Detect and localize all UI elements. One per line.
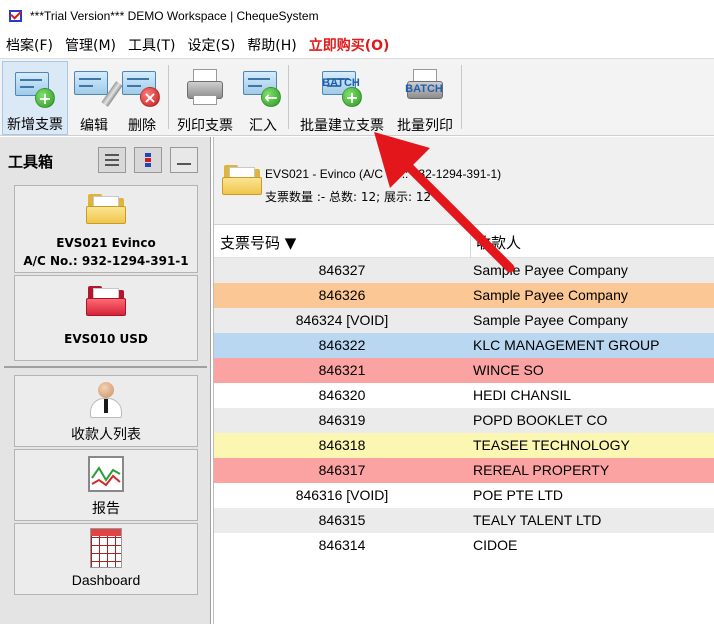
- sidebar-item-label: 报告: [92, 500, 120, 516]
- line-chart-icon: [86, 454, 126, 494]
- annotation-arrow-icon: [374, 132, 515, 273]
- cheque-number-cell: 846317: [318, 462, 366, 478]
- print-cheque-label: 列印支票: [177, 118, 233, 134]
- sidebar-divider: [4, 366, 207, 368]
- menu-bar: 档案(F) 管理(M) 工具(T) 设定(S) 帮助(H) 立即购买(O): [0, 32, 714, 58]
- batch-icon-text: BATCH: [405, 83, 443, 95]
- column-header-cheque-number[interactable]: 支票号码 ▼: [220, 232, 296, 253]
- list-view-icon[interactable]: [98, 147, 126, 173]
- edit-button[interactable]: 编辑: [72, 61, 123, 135]
- table-row[interactable]: 846321 WINCE SO: [214, 358, 714, 383]
- cheque-number-cell: 846322: [318, 337, 366, 353]
- yellow-folder-icon: [222, 165, 262, 195]
- batch-printer-icon: BATCH: [403, 65, 447, 109]
- toolbar-separator: [288, 65, 289, 129]
- payee-cell: WINCE SO: [473, 362, 544, 378]
- menu-manage[interactable]: 管理(M): [65, 35, 116, 55]
- import-button[interactable]: ← 汇入: [242, 61, 284, 135]
- table-row[interactable]: 846320 HEDI CHANSIL: [214, 383, 714, 408]
- new-cheque-button[interactable]: + 新增支票: [2, 61, 68, 135]
- table-row[interactable]: 846319 POPD BOOKLET CO: [214, 408, 714, 433]
- menu-buy-now[interactable]: 立即购买(O): [309, 35, 390, 55]
- new-cheque-label: 新增支票: [7, 117, 63, 133]
- sidebar-item-report[interactable]: 报告: [14, 449, 198, 521]
- cheque-system-icon: [8, 8, 24, 24]
- payee-cell: CIDOE: [473, 537, 518, 553]
- menu-tools[interactable]: 工具(T): [128, 35, 175, 55]
- printer-icon: [183, 65, 227, 109]
- table-row[interactable]: 846322 KLC MANAGEMENT GROUP: [214, 333, 714, 358]
- edit-label: 编辑: [80, 118, 108, 134]
- toolbar-separator: [168, 65, 169, 129]
- dashboard-icon: [86, 528, 126, 568]
- tile-view-icon[interactable]: [134, 147, 162, 173]
- collapse-view-icon[interactable]: [170, 147, 198, 173]
- payee-cell: TEASEE TECHNOLOGY: [473, 437, 630, 453]
- cheque-number-cell: 846316 [VOID]: [295, 487, 389, 503]
- sidebar-item-dashboard[interactable]: Dashboard: [14, 523, 198, 595]
- payee-cell: KLC MANAGEMENT GROUP: [473, 337, 660, 353]
- table-row[interactable]: 846317 REREAL PROPERTY: [214, 458, 714, 483]
- yellow-folder-icon: [86, 194, 126, 224]
- new-cheque-icon: +: [13, 66, 57, 108]
- cheque-number-cell: 846314: [318, 537, 366, 553]
- toolbox-title: 工具箱: [8, 153, 54, 171]
- menu-file[interactable]: 档案(F): [6, 35, 53, 55]
- payee-cell: HEDI CHANSIL: [473, 387, 572, 403]
- window-title: ***Trial Version*** DEMO Workspace | Che…: [30, 9, 319, 23]
- account-name: EVS010 USD: [64, 332, 148, 346]
- payee-cell: POE PTE LTD: [473, 487, 563, 503]
- red-folder-icon: [86, 286, 126, 316]
- sidebar-item-label: 收款人列表: [71, 426, 141, 442]
- payee-cell: TEALY TALENT LTD: [473, 512, 602, 528]
- batch-create-icon: BATCH +: [320, 65, 364, 109]
- title-bar: ***Trial Version*** DEMO Workspace | Che…: [0, 0, 714, 32]
- cheque-number-cell: 846321: [318, 362, 366, 378]
- table-row[interactable]: 846314 CIDOE: [214, 533, 714, 558]
- account-number: A/C No.: 932-1294-391-1: [23, 254, 189, 268]
- payee-cell: REREAL PROPERTY: [473, 462, 610, 478]
- table-row[interactable]: 846316 [VOID] POE PTE LTD: [214, 483, 714, 508]
- sidebar-item-payee-list[interactable]: 收款人列表: [14, 375, 198, 447]
- toolbar: + 新增支票 编辑 × 删除 列印支票 ← 汇入 BATCH + 批量建立支票 …: [0, 58, 714, 136]
- table-row[interactable]: 846324 [VOID] Sample Payee Company: [214, 308, 714, 333]
- print-cheque-button[interactable]: 列印支票: [172, 61, 238, 135]
- sidebar: 工具箱 EVS021 Evinco A/C No.: 932-1294-391-…: [0, 137, 211, 624]
- import-label: 汇入: [249, 118, 277, 134]
- cheque-number-cell: 846324 [VOID]: [295, 312, 389, 328]
- delete-cheque-icon: ×: [120, 65, 164, 109]
- menu-settings[interactable]: 设定(S): [187, 35, 235, 55]
- cheque-table-body: 846327 Sample Payee Company 846326 Sample P…: [214, 258, 714, 558]
- cheque-number-cell: 846320: [318, 387, 366, 403]
- toolbox-header: 工具箱: [2, 145, 206, 175]
- edit-cheque-icon: [72, 65, 123, 109]
- delete-label: 删除: [128, 118, 156, 134]
- payee-cell: POPD BOOKLET CO: [473, 412, 608, 428]
- account-card-evs010[interactable]: EVS010 USD: [14, 275, 198, 361]
- table-row[interactable]: 846315 TEALY TALENT LTD: [214, 508, 714, 533]
- cheque-number-cell: 846319: [318, 412, 366, 428]
- cheque-number-cell: 846318: [318, 437, 366, 453]
- payee-cell: Sample Payee Company: [473, 312, 628, 328]
- table-row[interactable]: 846318 TEASEE TECHNOLOGY: [214, 433, 714, 458]
- menu-help[interactable]: 帮助(H): [247, 35, 296, 55]
- import-cheque-icon: ←: [241, 65, 285, 109]
- sidebar-item-label: Dashboard: [71, 572, 141, 588]
- cheque-number-cell: 846315: [318, 512, 366, 528]
- account-card-evs021[interactable]: EVS021 Evinco A/C No.: 932-1294-391-1: [14, 185, 198, 273]
- delete-button[interactable]: × 删除: [120, 61, 164, 135]
- person-icon: [86, 380, 126, 420]
- account-name: EVS021 Evinco: [56, 236, 156, 250]
